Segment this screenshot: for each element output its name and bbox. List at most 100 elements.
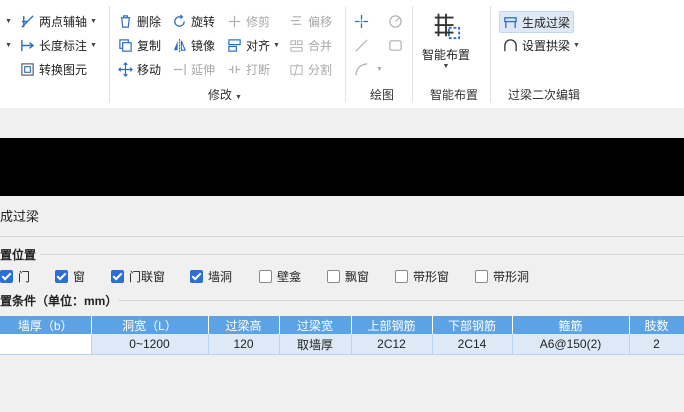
condition-section-title: 置条件（单位：mm） xyxy=(0,294,118,308)
checkbox-door-window-label: 门联窗 xyxy=(129,270,166,284)
table-row[interactable]: 0~1200 120 取墙厚 2C12 2C14 A6@150(2) 2 xyxy=(0,334,684,355)
checkbox-bay-window[interactable]: 飘窗 xyxy=(327,268,369,285)
merge-label: 合并 xyxy=(308,38,333,53)
mirror-label: 镜像 xyxy=(191,38,216,53)
set-arch-beam-label: 设置拱梁 xyxy=(522,38,571,53)
line-icon xyxy=(355,38,368,52)
smart-layout-group-label: 智能布置 xyxy=(430,88,479,102)
two-point-axis-label: 两点辅轴 xyxy=(39,14,88,29)
extend-label: 延伸 xyxy=(191,62,216,77)
align-label: 对齐 xyxy=(246,38,271,53)
convert-element-button[interactable]: 转换图元 xyxy=(20,59,87,79)
checkbox-niche-label: 壁龛 xyxy=(277,270,302,284)
move-label: 移动 xyxy=(137,62,162,77)
section-divider xyxy=(40,254,684,255)
ribbon-caret-2[interactable]: ▼ xyxy=(2,35,12,55)
arc-icon xyxy=(355,62,368,75)
rotate-label: 旋转 xyxy=(191,14,216,29)
ribbon-caret-1[interactable]: ▼ xyxy=(2,11,12,31)
draw-rectangle-button[interactable] xyxy=(388,35,407,55)
smart-layout-caret: ▼ xyxy=(442,63,450,70)
draw-line-button[interactable] xyxy=(354,35,373,55)
offset-button[interactable]: 偏移 xyxy=(289,11,332,31)
header-opening-width[interactable]: 洞宽（L） xyxy=(91,316,209,334)
break-icon xyxy=(228,65,241,73)
draw-circle-button[interactable] xyxy=(388,11,407,31)
cell-stirrup[interactable]: A6@150(2) xyxy=(512,334,630,355)
checkbox-window-label: 窗 xyxy=(73,270,86,284)
merge-button[interactable]: 合并 xyxy=(289,35,332,55)
checkbox-niche-box[interactable] xyxy=(259,270,272,283)
checkbox-door-box[interactable] xyxy=(0,270,13,283)
header-top-rebar[interactable]: 上部钢筋 xyxy=(351,316,433,334)
header-leg-count[interactable]: 肢数 xyxy=(629,316,684,334)
convert-icon xyxy=(21,62,34,76)
copy-button[interactable]: 复制 xyxy=(118,35,161,55)
break-button[interactable]: 打断 xyxy=(227,59,270,79)
group-separator xyxy=(345,6,346,102)
align-button[interactable]: 对齐 ▼ xyxy=(227,35,280,55)
modify-group-label[interactable]: 修改 ▼ xyxy=(208,86,242,103)
header-lintel-width[interactable]: 过梁宽 xyxy=(279,316,352,334)
checkbox-wall-opening-box[interactable] xyxy=(190,270,203,283)
header-lintel-height[interactable]: 过梁高 xyxy=(208,316,280,334)
smart-layout-button[interactable]: 智能布置 ▼ xyxy=(420,10,472,80)
lintel-condition-table: 墙厚（b） 洞宽（L） 过梁高 过梁宽 上部钢筋 下部钢筋 箍筋 肢数 0~12… xyxy=(0,316,684,355)
cell-top-rebar[interactable]: 2C12 xyxy=(351,334,433,355)
cell-lintel-width[interactable]: 取墙厚 xyxy=(279,334,352,355)
mirror-button[interactable]: 镜像 xyxy=(172,35,215,55)
checkbox-niche[interactable]: 壁龛 xyxy=(259,268,301,285)
circle-icon xyxy=(389,14,402,28)
group-separator xyxy=(490,6,491,102)
cell-lintel-height[interactable]: 120 xyxy=(208,334,280,355)
rectangle-icon xyxy=(389,39,402,51)
checkbox-wall-opening[interactable]: 墙洞 xyxy=(190,268,232,285)
cell-leg-count[interactable]: 2 xyxy=(629,334,684,355)
generate-lintel-button[interactable]: 生成过梁 xyxy=(499,11,575,33)
split-label: 分割 xyxy=(308,62,333,77)
delete-label: 删除 xyxy=(137,14,162,29)
grid-layout-icon xyxy=(434,13,461,40)
checkbox-strip-opening[interactable]: 带形洞 xyxy=(475,268,529,285)
move-button[interactable]: 移动 xyxy=(118,59,161,79)
merge-icon xyxy=(290,39,303,52)
draw-point-button[interactable] xyxy=(354,11,373,31)
cell-bottom-rebar[interactable]: 2C14 xyxy=(432,334,513,355)
checkbox-bay-window-box[interactable] xyxy=(327,270,340,283)
two-point-axis-button[interactable]: 两点辅轴 ▼ xyxy=(20,11,97,31)
header-stirrup[interactable]: 箍筋 xyxy=(512,316,630,334)
checkbox-door-window-box[interactable] xyxy=(111,270,124,283)
draw-arc-button[interactable]: ▼ xyxy=(354,59,383,79)
copy-label: 复制 xyxy=(137,38,162,53)
draw-group-label: 绘图 xyxy=(370,88,395,102)
generate-lintel-panel: 成过梁 置位置 门 窗 门联窗 墙洞 壁龛 飘窗 带形窗 带形洞 置条件（单位：… xyxy=(0,196,684,412)
arch-icon xyxy=(504,38,517,51)
set-arch-beam-button[interactable]: 设置拱梁 ▼ xyxy=(503,35,580,55)
checkbox-door[interactable]: 门 xyxy=(0,268,30,285)
split-button[interactable]: 分割 xyxy=(289,59,332,79)
rotate-button[interactable]: 旋转 xyxy=(172,11,215,31)
checkbox-strip-opening-box[interactable] xyxy=(475,270,488,283)
length-dimension-label: 长度标注 xyxy=(39,38,88,53)
generate-lintel-label: 生成过梁 xyxy=(522,15,571,30)
checkbox-window-box[interactable] xyxy=(55,270,68,283)
split-icon xyxy=(290,63,303,76)
dimension-icon xyxy=(21,39,35,51)
cell-wall-thickness[interactable] xyxy=(0,334,92,355)
length-dimension-button[interactable]: 长度标注 ▼ xyxy=(20,35,97,55)
checkbox-strip-window[interactable]: 带形窗 xyxy=(395,268,449,285)
header-bottom-rebar[interactable]: 下部钢筋 xyxy=(432,316,513,334)
checkbox-strip-window-box[interactable] xyxy=(395,270,408,283)
header-wall-thickness[interactable]: 墙厚（b） xyxy=(0,316,92,334)
panel-divider xyxy=(0,236,684,237)
checkbox-door-label: 门 xyxy=(18,270,31,284)
smart-layout-label: 智能布置 xyxy=(421,48,470,62)
lintel-icon xyxy=(504,16,517,28)
checkbox-door-window[interactable]: 门联窗 xyxy=(111,268,165,285)
cell-opening-width[interactable]: 0~1200 xyxy=(91,334,209,355)
extend-button[interactable]: 延伸 xyxy=(172,59,215,79)
trim-button[interactable]: 修剪 xyxy=(227,11,270,31)
delete-button[interactable]: 删除 xyxy=(118,11,161,31)
extend-icon xyxy=(173,63,186,75)
checkbox-window[interactable]: 窗 xyxy=(55,268,85,285)
